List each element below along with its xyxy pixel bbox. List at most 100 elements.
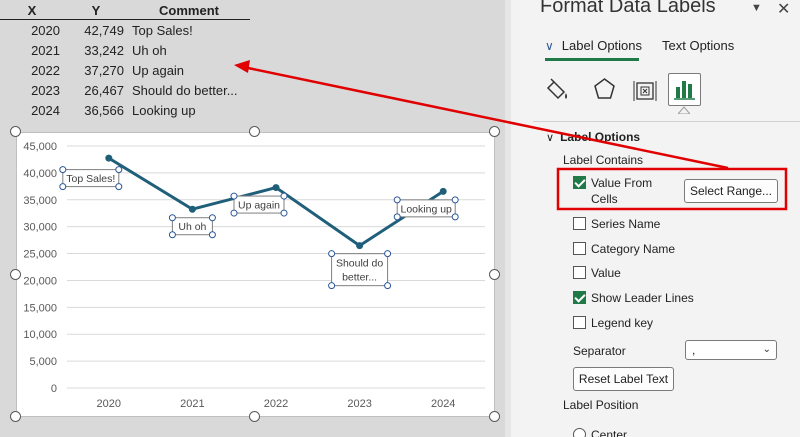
spreadsheet-grid[interactable]: X Y Comment 2020 42,749 Top Sales! 2021 … [0,0,505,437]
cell-y[interactable]: 42,749 [64,21,128,41]
chart-resize-handle[interactable] [10,269,21,280]
position-center-label: Center [591,428,628,437]
chart-resize-handle[interactable] [489,269,500,280]
cell-x[interactable]: 2021 [0,41,64,61]
data-label: Uh oh [178,221,206,233]
y-tick-label: 25,000 [23,249,57,261]
tab-text-options[interactable]: Text Options [662,38,734,53]
label-handle [168,214,176,222]
show-leader-lines-checkbox[interactable] [573,291,586,304]
select-range-button[interactable]: Select Range... [684,179,778,203]
cell-x[interactable]: 2023 [0,81,64,101]
header-y[interactable]: Y [64,1,128,21]
selection-pointer [678,106,690,114]
value-from-cells-label: Value From [591,176,653,190]
label-contains-heading: Label Contains [563,153,644,167]
cell-x[interactable]: 2024 [0,101,64,121]
label-handle [328,282,336,290]
y-tick-label: 35,000 [23,195,57,207]
label-handle [59,166,67,174]
cell-y[interactable]: 36,566 [64,101,128,121]
data-label: Up again [238,200,280,212]
chart-resize-handle[interactable] [10,126,21,137]
separator-label: Separator [573,344,626,358]
label-handle [280,192,288,200]
cell-x[interactable]: 2022 [0,61,64,81]
y-tick-label: 0 [51,383,57,395]
y-tick-label: 30,000 [23,222,57,234]
y-tick-label: 45,000 [23,141,57,153]
cell-y[interactable]: 37,270 [64,61,128,81]
y-tick-label: 40,000 [23,168,57,180]
data-label: better... [342,272,377,284]
reset-label-text-button[interactable]: Reset Label Text [573,367,674,391]
section-label-options[interactable]: ∨ Label Options [546,130,640,144]
chart-resize-handle[interactable] [249,411,260,422]
data-point [356,242,364,250]
tab-label-options[interactable]: ∨ Label Options [545,38,642,53]
cell-x[interactable]: 2020 [0,21,64,41]
label-handle [230,209,238,217]
close-icon[interactable]: ✕ [777,0,790,19]
header-x[interactable]: X [0,1,64,21]
line-chart: 0 5,000 10,000 15,000 20,000 25,000 30,000 35,0… [23,141,485,410]
cell-comment[interactable]: Up again [128,61,268,81]
effects-icon[interactable] [588,73,621,106]
label-handle [168,231,176,239]
header-comment[interactable]: Comment [128,1,250,21]
x-tick-label: 2020 [97,398,121,410]
label-handle [59,183,67,191]
pane-title: Format Data Labels [540,0,716,17]
chart-area[interactable]: 0 5,000 10,000 15,000 20,000 25,000 30,000 35,0… [16,132,495,417]
size-properties-icon[interactable] [628,73,661,106]
label-handle [208,214,216,222]
label-handle [384,250,392,258]
chart-resize-handle[interactable] [10,411,21,422]
x-tick-label: 2024 [431,398,455,410]
cell-comment[interactable]: Looking up [128,101,268,121]
pane-options-dropdown-icon[interactable]: ▼ [751,2,762,14]
label-handle [393,196,401,204]
cell-y[interactable]: 26,467 [64,81,128,101]
header-border [0,19,250,20]
category-name-checkbox[interactable] [573,242,586,255]
legend-key-label: Legend key [591,316,654,330]
y-tick-label: 20,000 [23,275,57,287]
section-title: Label Options [560,130,641,144]
separator-dropdown[interactable]: , ⌄ [685,340,777,360]
value-from-cells-checkbox[interactable] [573,176,586,189]
cell-comment[interactable]: Top Sales! [128,21,268,41]
chevron-down-icon: ∨ [546,132,555,144]
legend-key-checkbox[interactable] [573,316,586,329]
label-handle [451,196,459,204]
cell-comment[interactable]: Should do better... [128,81,268,101]
data-label: Looking up [401,203,453,215]
label-handle [280,209,288,217]
value-checkbox[interactable] [573,266,586,279]
cell-comment[interactable]: Uh oh [128,41,268,61]
data-label: Top Sales! [66,173,115,185]
tab-label: Label Options [561,38,643,53]
value-from-cells-label: Cells [591,192,618,206]
label-handle [230,192,238,200]
chevron-down-icon: ⌄ [762,344,771,355]
cell-y[interactable]: 33,242 [64,41,128,61]
label-handle [115,166,123,174]
series-name-checkbox[interactable] [573,217,586,230]
label-handle [115,183,123,191]
chart-resize-handle[interactable] [249,126,260,137]
label-options-chart-icon[interactable] [668,73,701,106]
fill-line-icon[interactable] [544,73,577,106]
value-label: Value [591,266,621,280]
chart-resize-handle[interactable] [489,126,500,137]
x-tick-label: 2021 [180,398,204,410]
data-point [272,184,280,192]
x-tick-label: 2022 [264,398,288,410]
label-handle [393,213,401,221]
chevron-down-icon: ∨ [545,39,554,53]
chart-resize-handle[interactable] [489,411,500,422]
data-label: Should do [336,258,383,270]
category-name-label: Category Name [591,242,676,256]
position-center-radio[interactable] [573,428,586,437]
y-tick-label: 15,000 [23,302,57,314]
